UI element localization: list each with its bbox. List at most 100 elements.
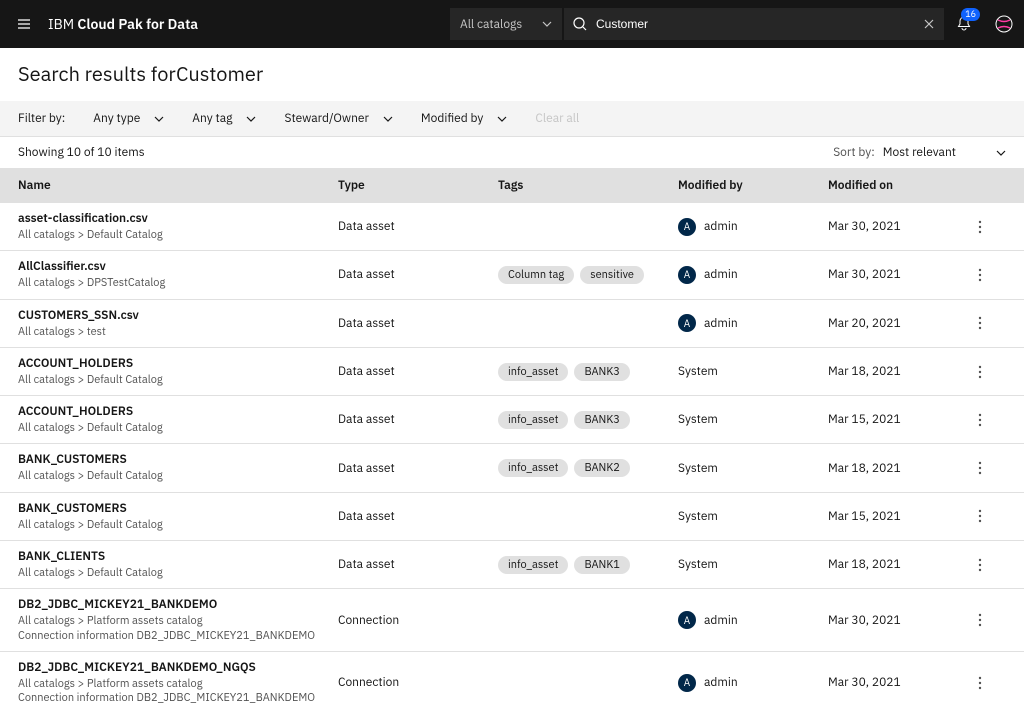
- filter-any-tag[interactable]: Any tag: [192, 111, 256, 126]
- avatar: A: [678, 674, 696, 692]
- table-row[interactable]: AllClassifier.csv All catalogs > DPSTestC…: [0, 251, 1024, 299]
- brand-label: IBM Cloud Pak for Data: [48, 15, 198, 33]
- sort-select[interactable]: Most relevant: [883, 145, 1006, 160]
- row-actions-button[interactable]: [978, 413, 1006, 427]
- col-header-name[interactable]: Name: [18, 178, 338, 193]
- tags-cell: info_asset BANK3: [498, 363, 678, 381]
- filter-modified-by[interactable]: Modified by: [421, 111, 508, 126]
- notifications-button[interactable]: 16: [944, 0, 984, 48]
- avatar: A: [678, 218, 696, 236]
- overflow-menu-icon: [978, 413, 982, 427]
- asset-name[interactable]: asset-classification.csv: [18, 211, 338, 226]
- row-actions-button[interactable]: [978, 220, 1006, 234]
- top-header: IBM Cloud Pak for Data All catalogs 16: [0, 0, 1024, 48]
- breadcrumb: All catalogs > Default Catalog: [18, 469, 338, 483]
- col-header-tags[interactable]: Tags: [498, 178, 678, 193]
- asset-name[interactable]: ACCOUNT_HOLDERS: [18, 404, 338, 419]
- tags-cell: info_asset BANK1: [498, 556, 678, 574]
- filter-steward[interactable]: Steward/Owner: [284, 111, 392, 126]
- row-actions-button[interactable]: [978, 365, 1006, 379]
- hamburger-menu[interactable]: [0, 0, 48, 48]
- tag[interactable]: info_asset: [498, 363, 568, 381]
- name-cell: AllClassifier.csv All catalogs > DPSTestC…: [18, 259, 338, 290]
- clear-search-icon[interactable]: [922, 17, 936, 31]
- modified-on-cell: Mar 30, 2021: [828, 219, 978, 234]
- tag[interactable]: info_asset: [498, 411, 568, 429]
- overflow-menu-icon: [978, 613, 982, 627]
- modified-on-cell: Mar 18, 2021: [828, 461, 978, 476]
- table-row[interactable]: CUSTOMERS_SSN.csvAll catalogs > testData…: [0, 300, 1024, 348]
- row-actions-button[interactable]: [978, 558, 1006, 572]
- filter-by-label: Filter by:: [18, 111, 65, 126]
- avatar: A: [678, 266, 696, 284]
- row-actions-button[interactable]: [978, 316, 1006, 330]
- table-row[interactable]: DB2_JDBC_MICKEY21_BANKDEMOAll catalogs >…: [0, 589, 1024, 652]
- table-row[interactable]: DB2_JDBC_MICKEY21_BANKDEMO_NGQSAll catal…: [0, 652, 1024, 714]
- tag[interactable]: BANK3: [574, 411, 629, 429]
- row-actions-button[interactable]: [978, 676, 1006, 690]
- modified-by-name: System: [678, 412, 718, 427]
- table-row[interactable]: asset-classification.csvAll catalogs > D…: [0, 203, 1024, 251]
- brand-prefix: IBM: [48, 15, 77, 33]
- row-actions-button[interactable]: [978, 509, 1006, 523]
- global-search[interactable]: [564, 8, 944, 40]
- tag[interactable]: BANK2: [574, 459, 629, 477]
- catalog-scope-dropdown[interactable]: All catalogs: [450, 8, 562, 40]
- search-input[interactable]: [596, 17, 922, 31]
- chevron-down-icon: [542, 21, 552, 27]
- type-cell: Connection: [338, 675, 498, 690]
- asset-name[interactable]: BANK_CUSTOMERS: [18, 501, 338, 516]
- sort-value: Most relevant: [883, 145, 956, 160]
- tag[interactable]: info_asset: [498, 459, 568, 477]
- table-row[interactable]: BANK_CUSTOMERSAll catalogs > Default Cat…: [0, 493, 1024, 541]
- brand-main: Cloud Pak for Data: [77, 15, 198, 33]
- tag[interactable]: Column tag: [498, 266, 574, 284]
- avatar: A: [678, 611, 696, 629]
- modified-on-cell: Mar 30, 2021: [828, 613, 978, 628]
- overflow-menu-icon: [978, 558, 982, 572]
- asset-name[interactable]: ACCOUNT_HOLDERS: [18, 356, 338, 371]
- asset-name[interactable]: DB2_JDBC_MICKEY21_BANKDEMO_NGQS: [18, 660, 338, 675]
- name-cell: ACCOUNT_HOLDERSAll catalogs > Default Ca…: [18, 404, 338, 435]
- breadcrumb: All catalogs > test: [18, 325, 338, 339]
- row-actions-button[interactable]: [978, 613, 1006, 627]
- table-body: asset-classification.csv All catalogs > D…: [0, 203, 1024, 714]
- clear-all-button[interactable]: Clear all: [535, 111, 579, 126]
- tag[interactable]: BANK1: [574, 556, 629, 574]
- asset-name[interactable]: DB2_JDBC_MICKEY21_BANKDEMO: [18, 597, 338, 612]
- tag[interactable]: sensitive: [580, 266, 644, 284]
- table-row[interactable]: BANK_CLIENTSAll catalogs > Default Catal…: [0, 541, 1024, 589]
- asset-description: Connection information DB2_JDBC_MICKEY21…: [18, 691, 338, 705]
- modified-on-cell: Mar 15, 2021: [828, 412, 978, 427]
- table-row[interactable]: BANK_CUSTOMERS All catalogs > Default Cat…: [0, 444, 1024, 492]
- tags-cell: Column tag sensitive: [498, 266, 678, 284]
- modified-by-cell: System: [678, 412, 828, 427]
- col-header-modified-by[interactable]: Modified by: [678, 178, 828, 193]
- col-header-type[interactable]: Type: [338, 178, 498, 193]
- modified-by-name: admin: [704, 613, 738, 628]
- page-title: Search results forCustomer: [18, 60, 1006, 87]
- filter-any-type-label: Any type: [93, 111, 140, 126]
- table-row[interactable]: ACCOUNT_HOLDERSAll catalogs > Default Ca…: [0, 348, 1024, 396]
- modified-on-cell: Mar 18, 2021: [828, 557, 978, 572]
- row-actions-button[interactable]: [978, 268, 1006, 282]
- table-row[interactable]: ACCOUNT_HOLDERSAll catalogs > Default Ca…: [0, 396, 1024, 444]
- col-header-modified-on[interactable]: Modified on: [828, 178, 978, 193]
- name-cell: BANK_CUSTOMERS All catalogs > Default Cat…: [18, 452, 338, 483]
- row-actions-button[interactable]: [978, 461, 1006, 475]
- modified-by-cell: System: [678, 557, 828, 572]
- breadcrumb: All catalogs > DPSTestCatalog: [18, 276, 338, 290]
- sort-by-label: Sort by:: [833, 145, 875, 160]
- asset-name[interactable]: BANK_CLIENTS: [18, 549, 338, 564]
- asset-name[interactable]: AllClassifier.csv: [18, 259, 338, 274]
- notification-count-badge: 16: [961, 8, 980, 21]
- modified-by-cell: System: [678, 364, 828, 379]
- app-switcher-icon[interactable]: [984, 0, 1024, 48]
- asset-name[interactable]: CUSTOMERS_SSN.csv: [18, 308, 338, 323]
- modified-by-cell: Aadmin: [678, 674, 828, 692]
- tag[interactable]: info_asset: [498, 556, 568, 574]
- tag[interactable]: BANK3: [574, 363, 629, 381]
- modified-by-name: admin: [704, 219, 738, 234]
- filter-any-type[interactable]: Any type: [93, 111, 164, 126]
- asset-name[interactable]: BANK_CUSTOMERS: [18, 452, 338, 467]
